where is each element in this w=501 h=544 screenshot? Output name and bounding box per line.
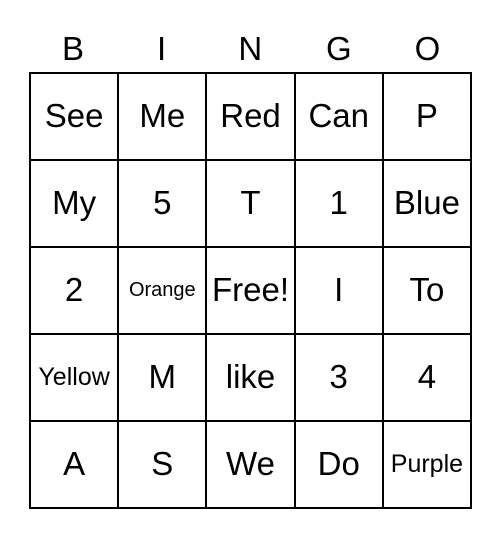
bingo-cell-label: Blue — [393, 184, 460, 222]
bingo-cell-label: Red — [220, 97, 281, 135]
bingo-cell-label: My — [52, 184, 97, 222]
bingo-grid: See Me Red Can P My 5 T 1 Blue 2 Orange … — [29, 72, 473, 509]
bingo-row: A S We Do Purple — [31, 422, 473, 509]
bingo-cell[interactable]: Can — [295, 74, 384, 161]
bingo-header-letter-o: O — [414, 29, 441, 67]
bingo-row: 2 Orange Free! I To — [31, 248, 473, 335]
bingo-header-letter-b: B — [62, 29, 85, 67]
bingo-cell[interactable]: 5 — [119, 161, 208, 248]
bingo-cell-label: T — [240, 184, 261, 222]
bingo-cell-label: To — [409, 271, 445, 309]
bingo-cell[interactable]: Purple — [383, 422, 473, 509]
bingo-cell[interactable]: S — [119, 422, 208, 509]
bingo-cell-label: See — [44, 97, 104, 135]
bingo-cell-label: M — [148, 358, 177, 396]
bingo-row: My 5 T 1 Blue — [31, 161, 473, 248]
bingo-cell-label: A — [63, 445, 86, 483]
bingo-cell[interactable]: M — [119, 335, 208, 422]
bingo-row: See Me Red Can P — [31, 74, 473, 161]
bingo-cell[interactable]: Do — [295, 422, 384, 509]
bingo-header-letter-n: N — [238, 29, 263, 67]
bingo-cell[interactable]: 3 — [295, 335, 384, 422]
bingo-cell-label: Do — [317, 445, 360, 483]
bingo-cell[interactable]: A — [31, 422, 120, 509]
bingo-cell-label: We — [226, 445, 275, 483]
bingo-cell[interactable]: I — [295, 248, 384, 335]
bingo-cell-label: Yellow — [38, 363, 110, 392]
bingo-cell-label: Orange — [128, 279, 196, 301]
bingo-cell-label: 4 — [417, 358, 437, 396]
bingo-cell-label: Purple — [390, 450, 464, 479]
bingo-cell-label: 3 — [329, 358, 348, 396]
bingo-cell-label: 2 — [64, 271, 84, 309]
bingo-cell-free[interactable]: Free! — [207, 248, 296, 335]
bingo-cell[interactable]: Yellow — [31, 335, 120, 422]
bingo-cell[interactable]: To — [383, 248, 473, 335]
bingo-header-row: B I N G O — [29, 24, 472, 72]
bingo-cell[interactable]: 4 — [383, 335, 473, 422]
bingo-cell-label: 5 — [153, 184, 172, 222]
bingo-header-letter-i: I — [157, 29, 167, 67]
bingo-cell[interactable]: Orange — [119, 248, 208, 335]
bingo-header-letter-g: G — [325, 29, 353, 67]
bingo-cell-label: S — [151, 445, 174, 483]
bingo-cell[interactable]: My — [31, 161, 120, 248]
bingo-cell[interactable]: Me — [119, 74, 208, 161]
bingo-cell-label: Can — [308, 97, 369, 135]
bingo-cell[interactable]: like — [207, 335, 296, 422]
bingo-cell[interactable]: T — [207, 161, 296, 248]
bingo-cell[interactable]: 2 — [31, 248, 120, 335]
bingo-cell-label: P — [415, 97, 438, 135]
bingo-cell[interactable]: 1 — [295, 161, 384, 248]
bingo-cell-label: like — [225, 358, 276, 396]
bingo-cell[interactable]: Blue — [383, 161, 473, 248]
bingo-card: B I N G O See Me Red Can P My 5 T 1 Blue… — [29, 24, 473, 509]
bingo-cell[interactable]: Red — [207, 74, 296, 161]
bingo-row: Yellow M like 3 4 — [31, 335, 473, 422]
bingo-cell-label: I — [334, 271, 344, 309]
bingo-cell-label: 1 — [329, 184, 348, 222]
bingo-cell-label: Free! — [211, 271, 290, 309]
bingo-cell[interactable]: See — [31, 74, 120, 161]
bingo-cell-label: Me — [139, 97, 186, 135]
bingo-cell[interactable]: P — [383, 74, 473, 161]
bingo-cell[interactable]: We — [207, 422, 296, 509]
